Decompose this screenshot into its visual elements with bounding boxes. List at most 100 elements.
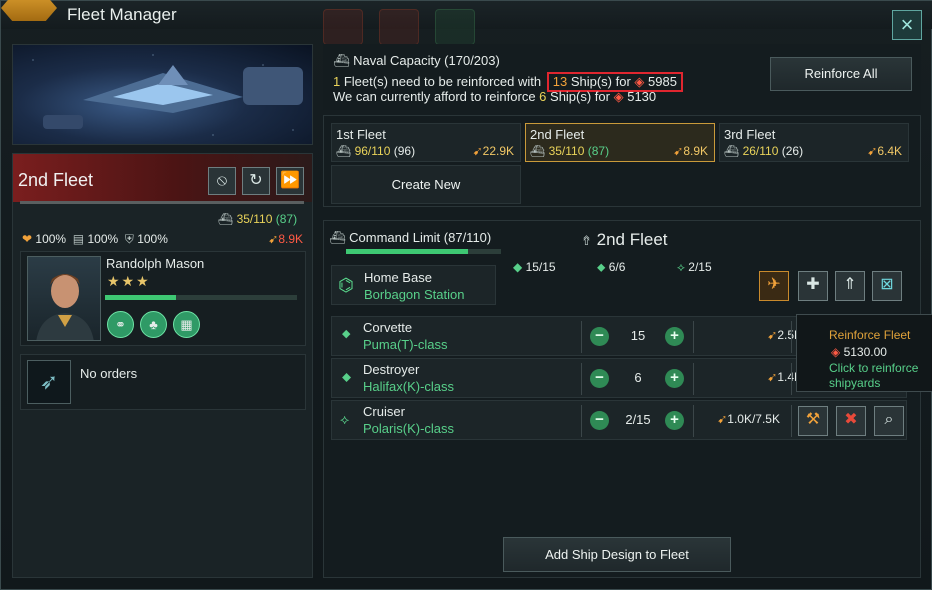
- fleet-card-1st[interactable]: 1st Fleet ⛴ 96/110 (96) ➹22.9K: [331, 123, 521, 162]
- magnify-icon: ⌕: [884, 411, 894, 428]
- ship-power: ➹1.4K: [712, 370, 802, 384]
- leader-avatar: [36, 274, 94, 340]
- reinforce-afford-line: We can currently afford to reinforce 6 S…: [333, 89, 656, 105]
- ship-row-cruiser[interactable]: ⟡ Cruiser Polaris(K)-class − 2/15 + ➹1.0…: [331, 400, 907, 440]
- add-ship-icon: ✚: [806, 276, 820, 293]
- large-ship-count: ⟡ 2/15: [677, 260, 712, 275]
- add-ship-button[interactable]: ✚: [798, 271, 828, 301]
- delete-fleet-button[interactable]: ⊠: [872, 271, 902, 301]
- reinforce-row-button[interactable]: ⚒: [798, 406, 828, 436]
- disband-button[interactable]: ⦸: [208, 167, 236, 195]
- medium-ship-icon: ⬥: [597, 260, 606, 274]
- upgrade-fleet-button[interactable]: ⇑: [835, 271, 865, 301]
- inspect-design-button[interactable]: ⌕: [874, 406, 904, 436]
- reinforce-fleet-button[interactable]: ✈: [759, 271, 789, 301]
- power-icon: ➹: [717, 412, 728, 426]
- fleet-cap-extra: (96): [393, 144, 416, 158]
- increase-button[interactable]: +: [665, 411, 684, 430]
- reinforce-all-button[interactable]: Reinforce All: [770, 57, 912, 91]
- fleet-name[interactable]: 2nd Fleet: [18, 170, 93, 191]
- hull-icon: ❤: [22, 232, 33, 246]
- divider: [693, 363, 694, 395]
- naval-capacity: ⛴ Naval Capacity (170/203): [333, 53, 500, 69]
- command-limit: ⛴ Command Limit (87/110): [329, 230, 491, 246]
- power-icon: ➹: [673, 144, 684, 158]
- fleet-card-name: 1st Fleet: [336, 127, 386, 142]
- trait-trees-icon[interactable]: ♣: [140, 311, 167, 338]
- ship-count: 15: [630, 328, 646, 343]
- fleet-card-name: 3rd Fleet: [724, 127, 776, 142]
- leader-name: Randolph Mason: [106, 256, 205, 271]
- tooltip-hint-2: shipyards: [829, 376, 881, 390]
- ships-needed-count: 13: [552, 74, 568, 89]
- remove-design-button[interactable]: ✖: [836, 406, 866, 436]
- rank-chevron-icon: ⇮: [581, 233, 592, 248]
- alloy-gem-icon: ◈: [634, 74, 645, 89]
- dismiss-fleet-icon: ⊠: [880, 276, 894, 293]
- delete-ship-icon: ✖: [844, 411, 858, 428]
- return-button[interactable]: ↻: [242, 167, 270, 195]
- fleet-power-value: 22.9K: [482, 144, 514, 158]
- power-icon: ➹: [867, 144, 878, 158]
- alloy-gem-icon: ◈: [613, 89, 624, 104]
- power-icon: ➹: [268, 232, 279, 246]
- decrease-button[interactable]: −: [590, 327, 609, 346]
- decrease-button[interactable]: −: [590, 411, 609, 430]
- corvette-class-icon: ◆: [342, 328, 351, 340]
- decrease-button[interactable]: −: [590, 369, 609, 388]
- fleet-icon: ⛴: [530, 144, 546, 158]
- power-icon: ➹: [767, 328, 778, 342]
- ship-power: ➹1.0K/7.5K: [694, 412, 780, 426]
- home-base-card[interactable]: ⌬ Home Base Borbagon Station: [331, 265, 496, 305]
- armor-value: 100%: [87, 232, 119, 246]
- create-new-fleet-button[interactable]: Create New: [331, 165, 521, 204]
- upgrade-ship-icon: ⇑: [843, 276, 857, 293]
- fleet-cap-extra: (26): [781, 144, 804, 158]
- home-base-name: Borbagon Station: [364, 287, 465, 302]
- increase-button[interactable]: +: [665, 327, 684, 346]
- ship-type: Cruiser: [363, 404, 405, 419]
- leader-portrait[interactable]: [27, 256, 101, 341]
- trait-crate-icon[interactable]: ▦: [173, 311, 200, 338]
- fleet-portrait-image: [12, 44, 313, 145]
- fleet-card-3rd[interactable]: 3rd Fleet ⛴ 26/110 (26) ➹6.4K: [719, 123, 909, 162]
- fleet-card-capacity: ⛴ 96/110 (96): [336, 144, 415, 158]
- afford-cost: 5130: [627, 89, 657, 104]
- trait-binoculars-icon[interactable]: ⚭: [107, 311, 134, 338]
- naval-icon: ⛴: [333, 53, 350, 68]
- fleet-icon: ⛴: [329, 230, 346, 245]
- shield-value: 100%: [137, 232, 168, 246]
- small-ship-count: ◆ 15/15: [513, 260, 556, 274]
- wrench-ship-icon: ⚒: [805, 411, 821, 428]
- ship-design: Polaris(K)-class: [363, 421, 455, 436]
- fleet-cap-value: 96/110: [354, 144, 391, 158]
- divider: [791, 405, 792, 437]
- orders-ship-icon: ➶: [27, 360, 71, 404]
- reinforce-tooltip: Reinforce Fleet ◈ 5130.00 Click to reinf…: [796, 314, 932, 392]
- medium-ship-count: ⬥ 6/6: [597, 260, 625, 275]
- command-limit-label: Command Limit (87/110): [349, 230, 492, 245]
- detail-fleet-title: ⇮ 2nd Fleet: [581, 230, 668, 250]
- divider: [581, 321, 582, 353]
- tooltip-cost: ◈ 5130.00: [831, 345, 887, 359]
- increase-button[interactable]: +: [665, 369, 684, 388]
- fleet-capacity-extra: (87): [275, 212, 298, 226]
- orders-text: No orders: [80, 366, 138, 381]
- small-ship-value: 15/15: [525, 260, 556, 274]
- close-button[interactable]: ×: [892, 10, 922, 40]
- move-button[interactable]: ⏩: [276, 167, 304, 195]
- fleet-card-power: ➹22.9K: [473, 144, 514, 158]
- reinforce-need-text: Fleet(s) need to be reinforced with: [340, 74, 545, 89]
- afford-text: We can currently afford to reinforce: [333, 89, 540, 104]
- ship-power-value: 1.0K/7.5K: [727, 412, 780, 426]
- add-ship-design-button[interactable]: Add Ship Design to Fleet: [503, 537, 731, 572]
- fleet-icon: ⛴: [336, 144, 352, 158]
- reinforce-ship-icon: ✈: [767, 276, 781, 293]
- prohibit-icon: ⦸: [216, 172, 228, 189]
- power-icon: ➹: [767, 370, 778, 384]
- ghost-tab-icon: [379, 9, 419, 45]
- ghost-tab-icon: [435, 9, 475, 45]
- fleet-card-capacity: ⛴ 35/110 (87): [530, 144, 609, 158]
- starbase-icon: ⌬: [338, 275, 354, 295]
- fleet-card-2nd-selected[interactable]: 2nd Fleet ⛴ 35/110 (87) ➹8.9K: [525, 123, 715, 162]
